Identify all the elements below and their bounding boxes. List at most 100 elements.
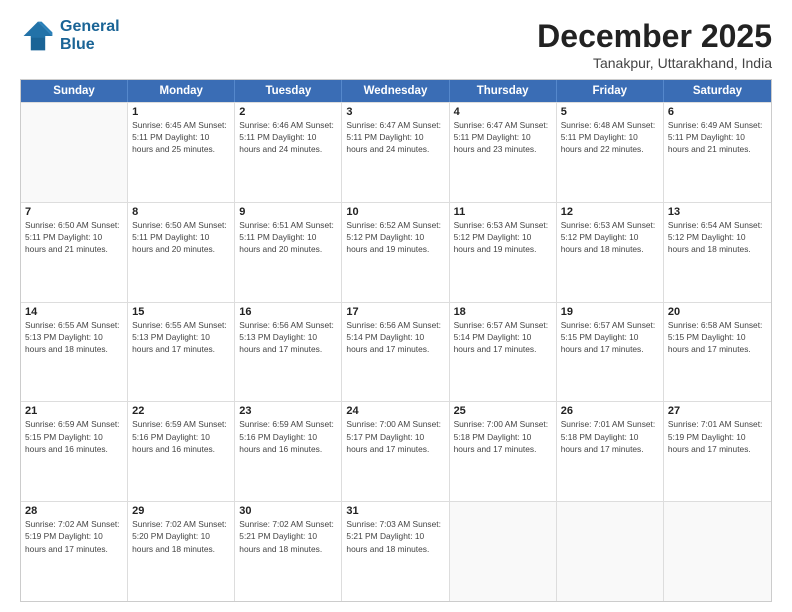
day-detail: Sunrise: 6:53 AM Sunset: 5:12 PM Dayligh… — [454, 219, 552, 256]
day-number: 4 — [454, 106, 552, 118]
day-detail: Sunrise: 6:56 AM Sunset: 5:14 PM Dayligh… — [346, 319, 444, 356]
week-row-1: 1Sunrise: 6:45 AM Sunset: 5:11 PM Daylig… — [21, 102, 771, 202]
day-cell-21: 21Sunrise: 6:59 AM Sunset: 5:15 PM Dayli… — [21, 402, 128, 501]
day-cell-17: 17Sunrise: 6:56 AM Sunset: 5:14 PM Dayli… — [342, 303, 449, 402]
header-day-tuesday: Tuesday — [235, 80, 342, 102]
day-detail: Sunrise: 6:50 AM Sunset: 5:11 PM Dayligh… — [132, 219, 230, 256]
day-number: 7 — [25, 206, 123, 218]
day-detail: Sunrise: 7:02 AM Sunset: 5:21 PM Dayligh… — [239, 518, 337, 555]
day-detail: Sunrise: 6:47 AM Sunset: 5:11 PM Dayligh… — [454, 119, 552, 156]
week-row-4: 21Sunrise: 6:59 AM Sunset: 5:15 PM Dayli… — [21, 401, 771, 501]
day-detail: Sunrise: 6:48 AM Sunset: 5:11 PM Dayligh… — [561, 119, 659, 156]
day-detail: Sunrise: 6:59 AM Sunset: 5:16 PM Dayligh… — [132, 418, 230, 455]
day-detail: Sunrise: 6:58 AM Sunset: 5:15 PM Dayligh… — [668, 319, 767, 356]
week-row-2: 7Sunrise: 6:50 AM Sunset: 5:11 PM Daylig… — [21, 202, 771, 302]
day-number: 18 — [454, 306, 552, 318]
title-block: December 2025 Tanakpur, Uttarakhand, Ind… — [537, 18, 772, 71]
day-cell-7: 7Sunrise: 6:50 AM Sunset: 5:11 PM Daylig… — [21, 203, 128, 302]
header-day-monday: Monday — [128, 80, 235, 102]
header-day-thursday: Thursday — [450, 80, 557, 102]
day-cell-24: 24Sunrise: 7:00 AM Sunset: 5:17 PM Dayli… — [342, 402, 449, 501]
empty-cell — [664, 502, 771, 601]
day-detail: Sunrise: 7:03 AM Sunset: 5:21 PM Dayligh… — [346, 518, 444, 555]
day-cell-12: 12Sunrise: 6:53 AM Sunset: 5:12 PM Dayli… — [557, 203, 664, 302]
day-number: 9 — [239, 206, 337, 218]
day-cell-8: 8Sunrise: 6:50 AM Sunset: 5:11 PM Daylig… — [128, 203, 235, 302]
day-detail: Sunrise: 6:47 AM Sunset: 5:11 PM Dayligh… — [346, 119, 444, 156]
day-number: 19 — [561, 306, 659, 318]
day-cell-2: 2Sunrise: 6:46 AM Sunset: 5:11 PM Daylig… — [235, 103, 342, 202]
day-cell-13: 13Sunrise: 6:54 AM Sunset: 5:12 PM Dayli… — [664, 203, 771, 302]
calendar-body: 1Sunrise: 6:45 AM Sunset: 5:11 PM Daylig… — [21, 102, 771, 601]
day-detail: Sunrise: 6:54 AM Sunset: 5:12 PM Dayligh… — [668, 219, 767, 256]
header-day-sunday: Sunday — [21, 80, 128, 102]
day-detail: Sunrise: 6:59 AM Sunset: 5:15 PM Dayligh… — [25, 418, 123, 455]
empty-cell — [557, 502, 664, 601]
day-detail: Sunrise: 6:57 AM Sunset: 5:15 PM Dayligh… — [561, 319, 659, 356]
day-cell-14: 14Sunrise: 6:55 AM Sunset: 5:13 PM Dayli… — [21, 303, 128, 402]
day-cell-25: 25Sunrise: 7:00 AM Sunset: 5:18 PM Dayli… — [450, 402, 557, 501]
logo-icon — [20, 18, 56, 54]
day-cell-6: 6Sunrise: 6:49 AM Sunset: 5:11 PM Daylig… — [664, 103, 771, 202]
day-detail: Sunrise: 6:46 AM Sunset: 5:11 PM Dayligh… — [239, 119, 337, 156]
day-cell-1: 1Sunrise: 6:45 AM Sunset: 5:11 PM Daylig… — [128, 103, 235, 202]
day-detail: Sunrise: 6:45 AM Sunset: 5:11 PM Dayligh… — [132, 119, 230, 156]
day-detail: Sunrise: 6:59 AM Sunset: 5:16 PM Dayligh… — [239, 418, 337, 455]
day-cell-5: 5Sunrise: 6:48 AM Sunset: 5:11 PM Daylig… — [557, 103, 664, 202]
day-number: 15 — [132, 306, 230, 318]
day-number: 21 — [25, 405, 123, 417]
header-day-friday: Friday — [557, 80, 664, 102]
empty-cell — [21, 103, 128, 202]
day-detail: Sunrise: 6:56 AM Sunset: 5:13 PM Dayligh… — [239, 319, 337, 356]
day-cell-3: 3Sunrise: 6:47 AM Sunset: 5:11 PM Daylig… — [342, 103, 449, 202]
day-number: 22 — [132, 405, 230, 417]
empty-cell — [450, 502, 557, 601]
day-cell-27: 27Sunrise: 7:01 AM Sunset: 5:19 PM Dayli… — [664, 402, 771, 501]
day-number: 30 — [239, 505, 337, 517]
day-cell-22: 22Sunrise: 6:59 AM Sunset: 5:16 PM Dayli… — [128, 402, 235, 501]
calendar-subtitle: Tanakpur, Uttarakhand, India — [537, 55, 772, 71]
header: General Blue December 2025 Tanakpur, Utt… — [20, 18, 772, 71]
day-number: 16 — [239, 306, 337, 318]
day-detail: Sunrise: 6:55 AM Sunset: 5:13 PM Dayligh… — [25, 319, 123, 356]
day-number: 2 — [239, 106, 337, 118]
day-cell-19: 19Sunrise: 6:57 AM Sunset: 5:15 PM Dayli… — [557, 303, 664, 402]
calendar-header-row: SundayMondayTuesdayWednesdayThursdayFrid… — [21, 80, 771, 102]
day-cell-23: 23Sunrise: 6:59 AM Sunset: 5:16 PM Dayli… — [235, 402, 342, 501]
day-number: 8 — [132, 206, 230, 218]
day-number: 20 — [668, 306, 767, 318]
day-number: 12 — [561, 206, 659, 218]
header-day-wednesday: Wednesday — [342, 80, 449, 102]
day-number: 24 — [346, 405, 444, 417]
page: General Blue December 2025 Tanakpur, Utt… — [0, 0, 792, 612]
day-number: 14 — [25, 306, 123, 318]
day-number: 26 — [561, 405, 659, 417]
day-detail: Sunrise: 6:50 AM Sunset: 5:11 PM Dayligh… — [25, 219, 123, 256]
day-detail: Sunrise: 6:52 AM Sunset: 5:12 PM Dayligh… — [346, 219, 444, 256]
header-day-saturday: Saturday — [664, 80, 771, 102]
day-detail: Sunrise: 6:53 AM Sunset: 5:12 PM Dayligh… — [561, 219, 659, 256]
day-detail: Sunrise: 7:01 AM Sunset: 5:18 PM Dayligh… — [561, 418, 659, 455]
day-cell-4: 4Sunrise: 6:47 AM Sunset: 5:11 PM Daylig… — [450, 103, 557, 202]
day-detail: Sunrise: 7:02 AM Sunset: 5:20 PM Dayligh… — [132, 518, 230, 555]
day-number: 13 — [668, 206, 767, 218]
day-cell-29: 29Sunrise: 7:02 AM Sunset: 5:20 PM Dayli… — [128, 502, 235, 601]
day-number: 17 — [346, 306, 444, 318]
day-cell-30: 30Sunrise: 7:02 AM Sunset: 5:21 PM Dayli… — [235, 502, 342, 601]
day-number: 27 — [668, 405, 767, 417]
day-number: 29 — [132, 505, 230, 517]
day-cell-15: 15Sunrise: 6:55 AM Sunset: 5:13 PM Dayli… — [128, 303, 235, 402]
day-detail: Sunrise: 7:00 AM Sunset: 5:17 PM Dayligh… — [346, 418, 444, 455]
calendar: SundayMondayTuesdayWednesdayThursdayFrid… — [20, 79, 772, 602]
logo: General Blue — [20, 18, 120, 55]
day-number: 3 — [346, 106, 444, 118]
day-cell-18: 18Sunrise: 6:57 AM Sunset: 5:14 PM Dayli… — [450, 303, 557, 402]
day-number: 1 — [132, 106, 230, 118]
day-number: 11 — [454, 206, 552, 218]
week-row-3: 14Sunrise: 6:55 AM Sunset: 5:13 PM Dayli… — [21, 302, 771, 402]
day-number: 6 — [668, 106, 767, 118]
day-cell-20: 20Sunrise: 6:58 AM Sunset: 5:15 PM Dayli… — [664, 303, 771, 402]
day-cell-10: 10Sunrise: 6:52 AM Sunset: 5:12 PM Dayli… — [342, 203, 449, 302]
day-detail: Sunrise: 6:55 AM Sunset: 5:13 PM Dayligh… — [132, 319, 230, 356]
day-detail: Sunrise: 7:01 AM Sunset: 5:19 PM Dayligh… — [668, 418, 767, 455]
